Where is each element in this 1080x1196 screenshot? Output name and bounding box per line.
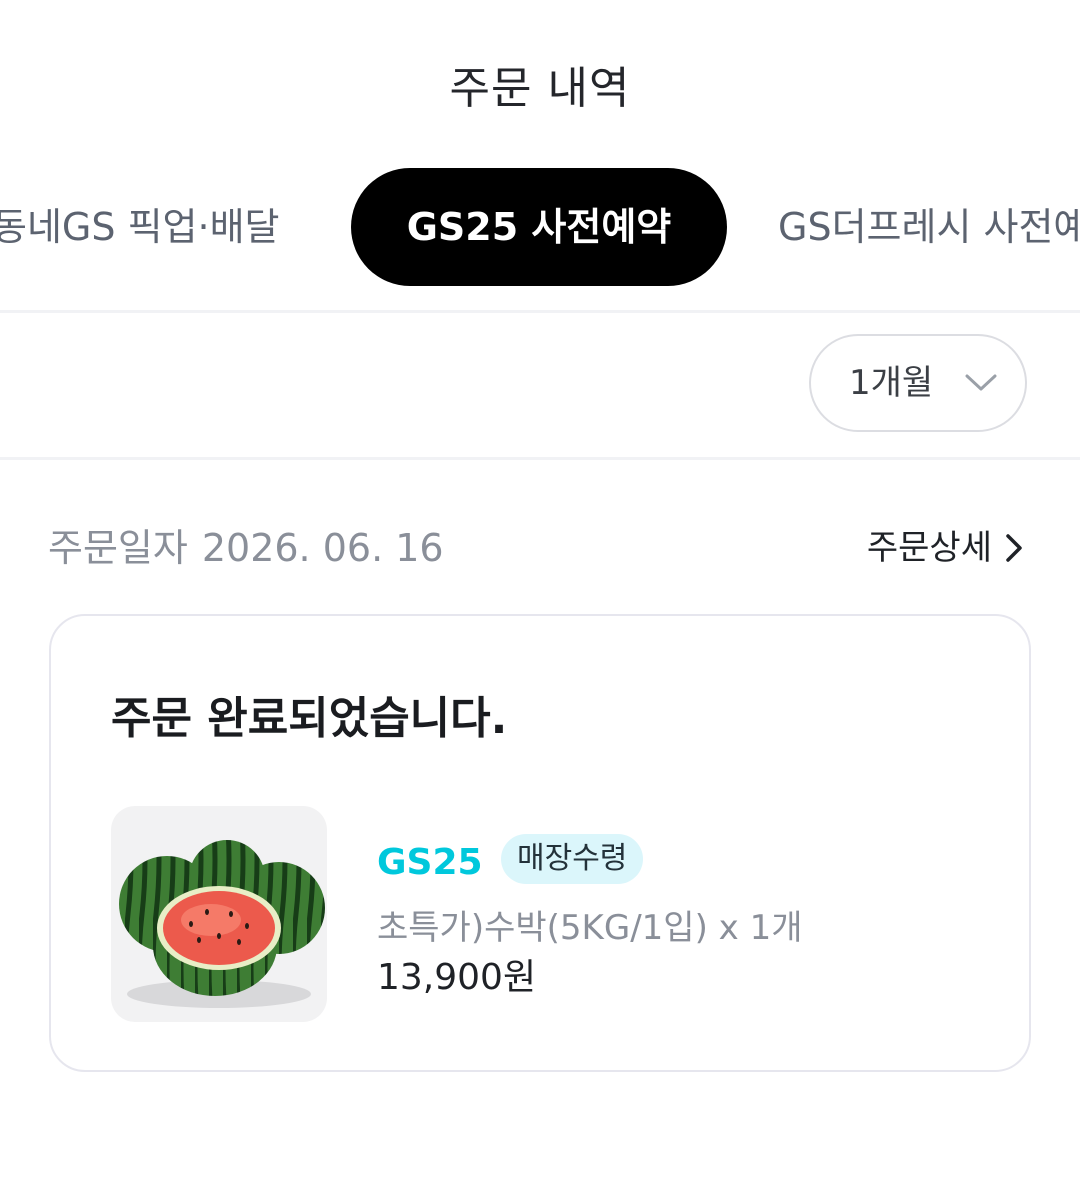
tab-neighborhood-gs[interactable]: 동네GS 픽업·배달 (0, 168, 280, 286)
tab-gs25-preorder[interactable]: GS25 사전예약 (351, 168, 727, 286)
page-title: 주문 내역 (449, 63, 631, 114)
pickup-badge: 매장수령 (501, 834, 644, 884)
order-date-row: 주문일자 2026. 06. 16 주문상세 (48, 520, 1028, 580)
order-type-tabs: 동네GS 픽업·배달 GS25 사전예약 GS더프레시 사전예약 (0, 168, 1080, 288)
period-filter-dropdown[interactable]: 1개월 (809, 334, 1027, 432)
watermelon-image (111, 806, 327, 1022)
period-filter-value: 1개월 (849, 363, 934, 403)
store-line: GS25 매장수령 (377, 834, 937, 890)
order-detail-link[interactable]: 주문상세 (867, 520, 1028, 576)
order-detail-label: 주문상세 (866, 528, 992, 568)
product-price: 13,900원 (377, 957, 537, 998)
tab-gs-thefresh-preorder[interactable]: GS더프레시 사전예약 (778, 168, 1080, 286)
store-name: GS25 (377, 842, 483, 883)
order-date-label: 주문일자 (48, 526, 188, 570)
order-date: 주문일자 2026. 06. 16 (48, 520, 444, 576)
product-info: GS25 매장수령 초특가)수박(5KG/1입) x 1개 13,900원 (377, 834, 937, 998)
chevron-down-icon (965, 374, 997, 391)
chevron-right-icon (1006, 534, 1022, 562)
product-name: 초특가)수박(5KG/1입) x 1개 (377, 908, 803, 948)
order-card[interactable]: 주문 완료되었습니다. GS25 매장수령 초특가)수박(5KG/1입) x 1… (49, 614, 1031, 1072)
divider (0, 310, 1080, 313)
order-status: 주문 완료되었습니다. (111, 693, 508, 744)
divider (0, 457, 1080, 460)
order-history-page: 주문 내역 동네GS 픽업·배달 GS25 사전예약 GS더프레시 사전예약 1… (0, 0, 1080, 1196)
order-date-value: 2026. 06. 16 (201, 526, 444, 570)
